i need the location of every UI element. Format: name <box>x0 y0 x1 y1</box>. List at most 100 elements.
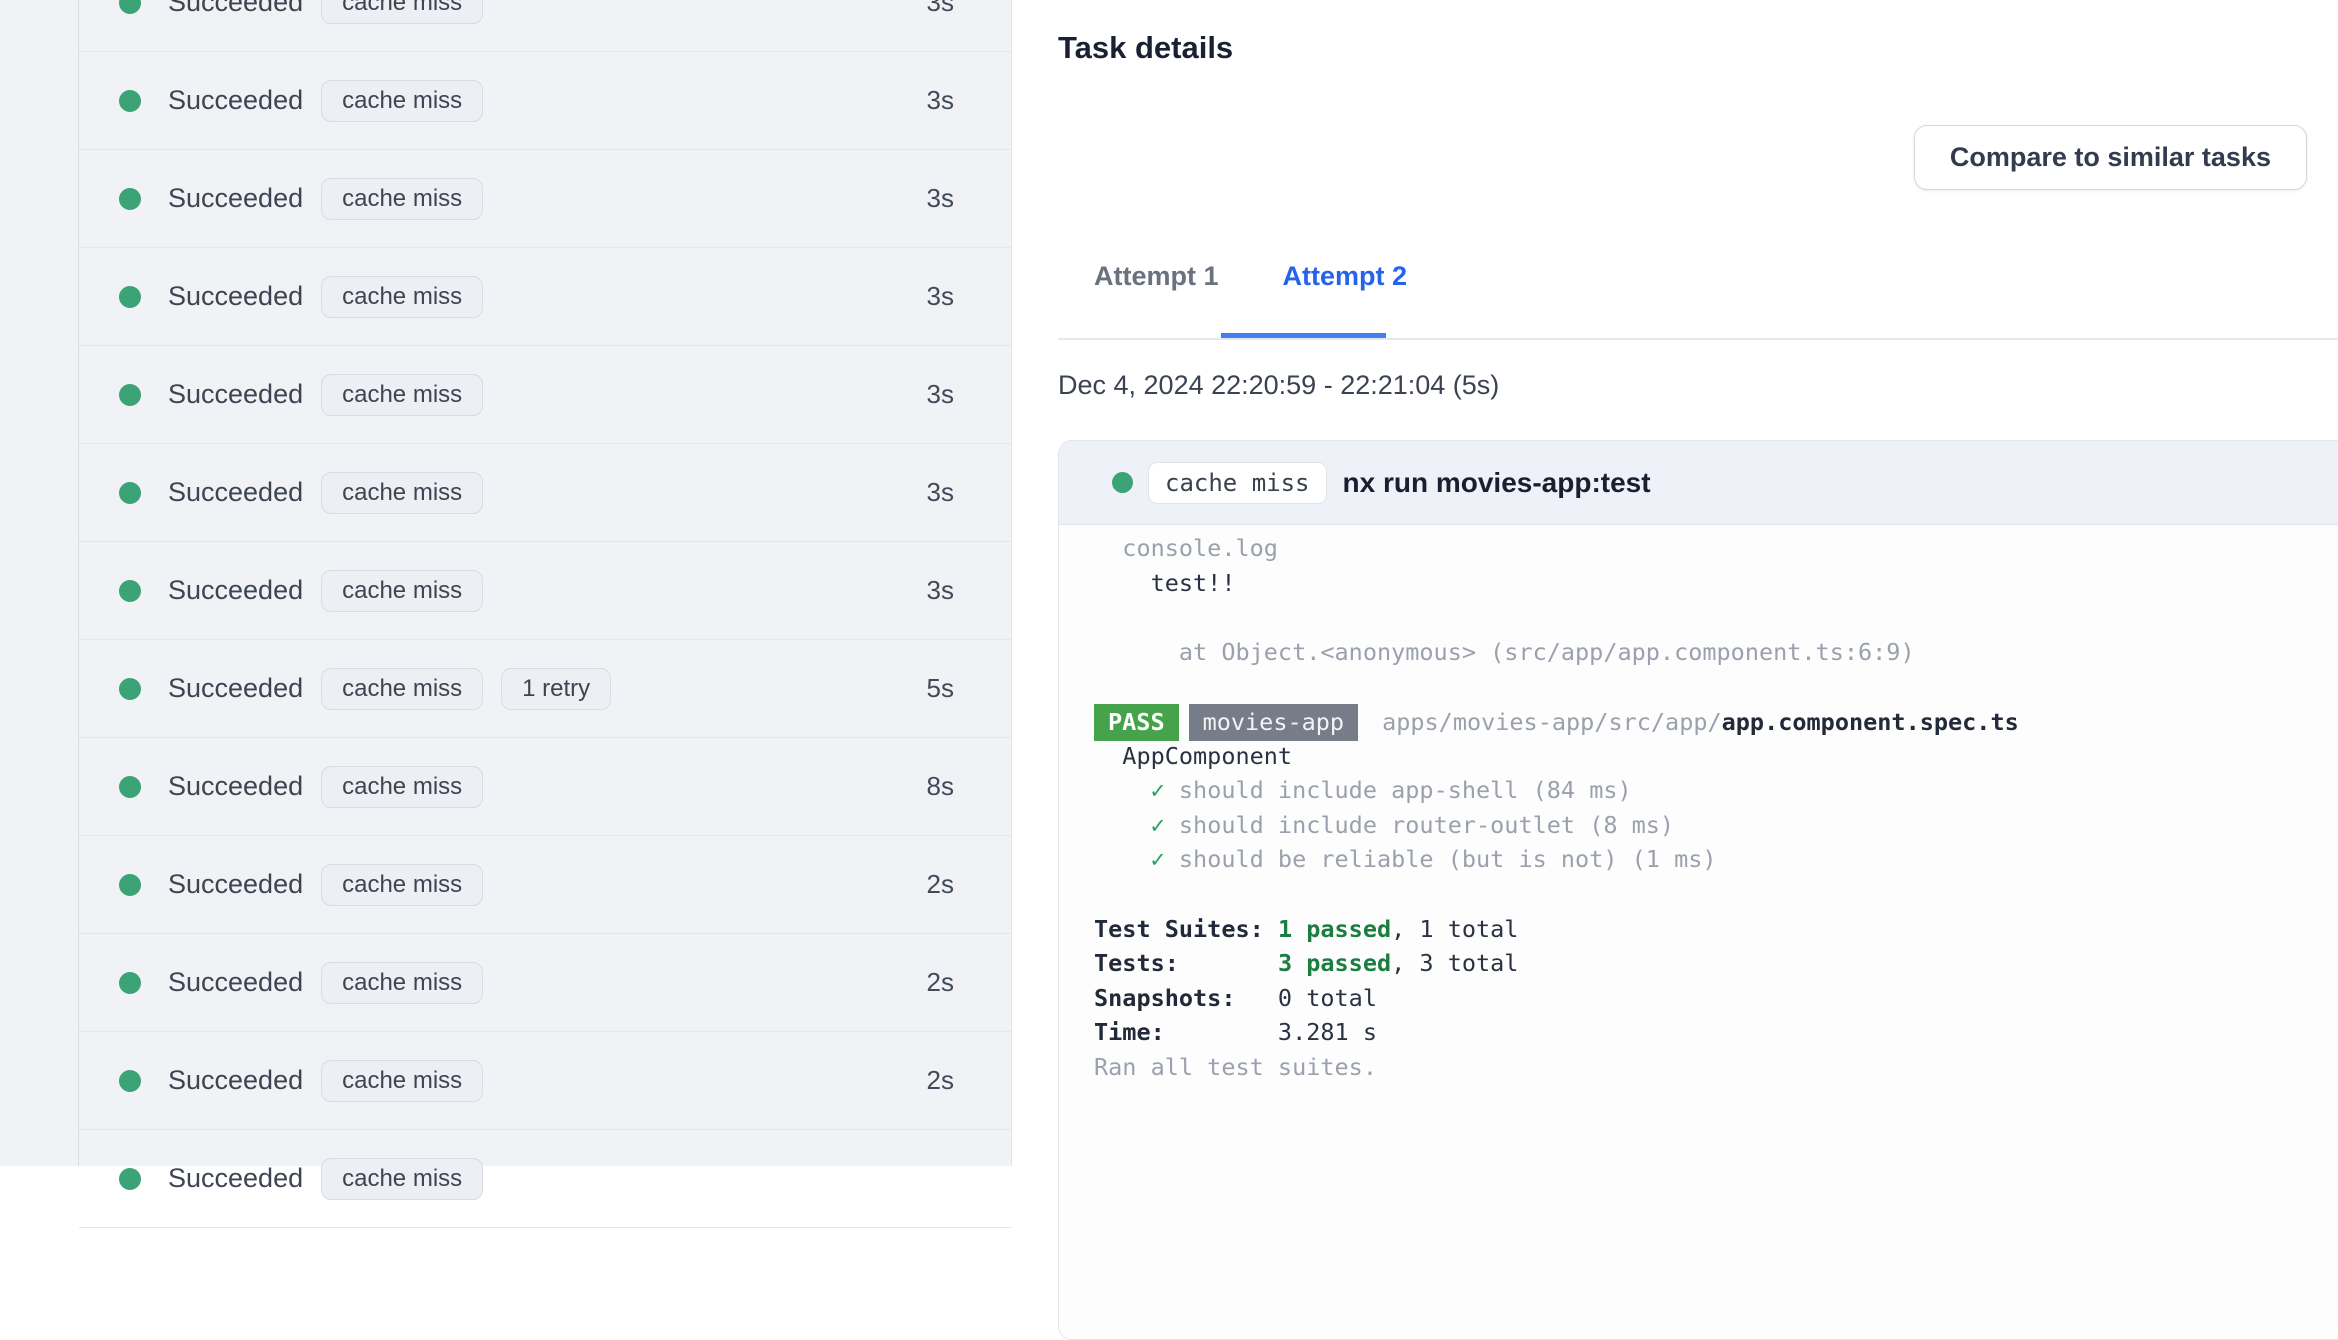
task-row[interactable]: Succeeded cache miss 8s <box>79 738 1012 836</box>
status-label: Succeeded <box>168 281 304 311</box>
task-duration: 3s <box>926 0 954 17</box>
status-label: Succeeded <box>168 575 304 605</box>
status-success-icon <box>119 0 141 14</box>
task-row[interactable]: Succeeded cache miss 3s <box>79 0 1012 52</box>
task-row[interactable]: Succeeded cache miss 1 retry 5s <box>79 640 1012 738</box>
task-duration: 3s <box>926 379 954 409</box>
cache-status-badge: cache miss <box>321 177 484 220</box>
cache-status-badge: cache miss <box>321 569 484 612</box>
status-success-icon <box>119 873 141 896</box>
cache-status-badge: cache miss <box>321 961 484 1004</box>
terminal-line: test!! <box>1094 568 1236 597</box>
terminal-line: at Object.<anonymous> (src/app/app.compo… <box>1094 637 1915 666</box>
compare-to-similar-tasks-button[interactable]: Compare to similar tasks <box>1913 125 2307 190</box>
jest-pass-badge: PASS <box>1094 703 1179 741</box>
task-duration: 3s <box>926 183 954 213</box>
cache-status-badge: cache miss <box>321 79 484 122</box>
status-label: Succeeded <box>168 379 304 409</box>
status-label: Succeeded <box>168 967 304 997</box>
task-duration: 2s <box>926 967 954 997</box>
task-output-header: cache miss nx run movies-app:test <box>1059 441 2338 525</box>
cache-status-badge: cache miss <box>321 373 484 416</box>
check-icon: ✓ <box>1150 810 1165 839</box>
terminal-output: console.log test!! at Object.<anonymous>… <box>1059 525 2338 1115</box>
status-label: Succeeded <box>168 0 304 17</box>
status-success-icon <box>119 383 141 406</box>
project-name-badge: movies-app <box>1188 703 1359 741</box>
task-row[interactable]: Succeeded cache miss 3s <box>79 52 1012 150</box>
cache-status-badge: cache miss <box>321 471 484 514</box>
task-row[interactable]: Succeeded cache miss 2s <box>79 836 1012 934</box>
task-output-card: cache miss nx run movies-app:test consol… <box>1058 440 2338 1340</box>
status-label: Succeeded <box>168 1163 304 1193</box>
terminal-line: Snapshots: 0 total <box>1094 983 1377 1012</box>
task-duration: 2s <box>926 1065 954 1095</box>
task-duration: 3s <box>926 477 954 507</box>
task-row[interactable]: Succeeded cache miss 3s <box>79 248 1012 346</box>
terminal-line: AppComponent <box>1094 741 1293 770</box>
terminal-line: console.log <box>1094 534 1278 562</box>
task-duration: 3s <box>926 575 954 605</box>
terminal-line: ✓ should include router-outlet (8 ms) <box>1150 810 1675 839</box>
tabs-divider <box>1058 338 2338 340</box>
task-duration: 8s <box>926 771 954 801</box>
status-success-icon <box>119 775 141 798</box>
tab-attempt-1[interactable]: Attempt 1 <box>1078 261 1235 292</box>
cache-status-badge: cache miss <box>321 1059 484 1102</box>
attempt-tabs: Attempt 1 Attempt 2 <box>1078 261 1423 292</box>
status-label: Succeeded <box>168 869 304 899</box>
retry-badge: 1 retry <box>501 667 612 710</box>
task-row[interactable]: Succeeded cache miss 2s <box>79 934 1012 1032</box>
status-success-icon <box>119 579 141 602</box>
status-success-icon <box>119 481 141 504</box>
tab-attempt-2[interactable]: Attempt 2 <box>1267 261 1424 292</box>
terminal-line: Time: 3.281 s <box>1094 1018 1377 1047</box>
cache-status-badge: cache miss <box>321 1157 484 1200</box>
cache-status-badge: cache miss <box>321 0 484 24</box>
task-row[interactable]: Succeeded cache miss 3s <box>79 444 1012 542</box>
task-row[interactable]: Succeeded cache miss 3s <box>79 150 1012 248</box>
task-command-title: nx run movies-app:test <box>1342 466 1651 498</box>
status-success-icon <box>119 677 141 700</box>
terminal-line: ✓ should be reliable (but is not) (1 ms) <box>1150 845 1717 874</box>
task-duration: 2s <box>926 869 954 899</box>
terminal-line: Test Suites: 1 passed, 1 total <box>1094 914 1519 943</box>
check-icon: ✓ <box>1150 845 1165 874</box>
task-list-panel: Succeeded cache miss 3s Succeeded cache miss… <box>0 0 1012 1228</box>
task-row[interactable]: Succeeded cache miss 2s <box>79 1032 1012 1130</box>
terminal-line: Ran all test suites. <box>1094 1052 1377 1081</box>
status-label: Succeeded <box>168 673 304 703</box>
status-success-icon <box>119 1167 141 1190</box>
check-icon: ✓ <box>1150 776 1165 805</box>
cache-status-badge: cache miss <box>321 765 484 808</box>
task-row[interactable]: Succeeded cache miss 3s <box>79 542 1012 640</box>
status-success-icon <box>119 1069 141 1092</box>
cache-status-badge: cache miss <box>321 863 484 906</box>
status-label: Succeeded <box>168 771 304 801</box>
task-list: Succeeded cache miss 3s Succeeded cache miss… <box>79 0 1012 1228</box>
task-duration: 3s <box>926 85 954 115</box>
status-label: Succeeded <box>168 1065 304 1095</box>
terminal-line: PASS movies-app apps/movies-app/src/app/ap… <box>1094 703 2338 741</box>
status-success-icon <box>119 285 141 308</box>
status-label: Succeeded <box>168 477 304 507</box>
cache-status-badge: cache miss <box>321 275 484 318</box>
status-success-icon <box>1112 472 1133 493</box>
task-row[interactable]: Succeeded cache miss <box>79 1130 1012 1228</box>
status-label: Succeeded <box>168 183 304 213</box>
cache-status-badge: cache miss <box>321 667 484 710</box>
status-success-icon <box>119 89 141 112</box>
task-duration: 3s <box>926 281 954 311</box>
task-row[interactable]: Succeeded cache miss 3s <box>79 346 1012 444</box>
status-success-icon <box>119 187 141 210</box>
cache-status-badge: cache miss <box>1148 461 1327 504</box>
page-title: Task details <box>1058 30 1234 65</box>
terminal-line: Tests: 3 passed, 3 total <box>1094 949 1519 978</box>
terminal-line: ✓ should include app-shell (84 ms) <box>1150 776 1632 805</box>
task-details-panel: Task details Compare to similar tasks At… <box>1012 0 2338 1340</box>
task-duration: 5s <box>926 673 954 703</box>
attempt-date-range: Dec 4, 2024 22:20:59 - 22:21:04 (5s) <box>1058 370 1500 400</box>
